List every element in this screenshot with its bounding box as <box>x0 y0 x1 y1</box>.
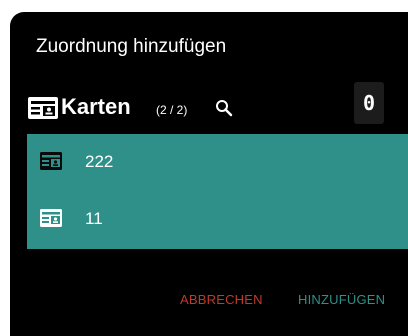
selection-badge: 0 <box>354 82 384 124</box>
search-icon[interactable] <box>215 99 233 117</box>
cards-header: Karten (2 / 2) 0 <box>28 82 408 124</box>
section-label: Karten <box>61 94 131 119</box>
add-button[interactable]: HINZUFÜGEN <box>298 292 385 307</box>
dialog-title: Zuordnung hinzufügen <box>36 36 227 57</box>
id-card-icon <box>28 97 58 119</box>
item-count: (2 / 2) <box>156 103 188 117</box>
list-item-label: 222 <box>85 152 114 171</box>
list-item[interactable]: 11 <box>27 191 408 248</box>
id-card-icon <box>40 152 62 170</box>
list-item-label: 11 <box>85 209 103 228</box>
assignment-dialog: Zuordnung hinzufügen Karten (2 / 2) 0 22… <box>10 12 408 336</box>
cancel-button[interactable]: ABBRECHEN <box>180 292 263 307</box>
card-list: 222 11 <box>27 134 408 249</box>
id-card-icon <box>40 209 62 227</box>
list-item[interactable]: 222 <box>27 134 408 191</box>
